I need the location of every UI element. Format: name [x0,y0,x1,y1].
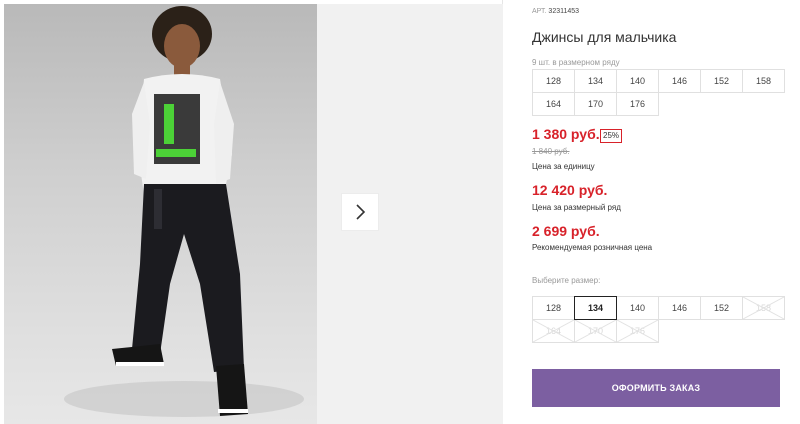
pack-size-grid: 128 134 140 146 152 158 164 170 176 [532,69,785,116]
pack-size-cell: 170 [574,92,617,116]
product-title: Джинсы для мальчика [532,29,677,45]
article-number: АРТ. 32311453 [532,8,579,15]
chevron-right-icon [356,204,366,220]
product-gallery [0,0,503,424]
boy-photo-illustration [64,6,304,417]
pack-note: 9 шт. в размерном ряду [532,58,620,67]
cross-out-icon [575,320,616,342]
order-button[interactable]: ОФОРМИТЬ ЗАКАЗ [532,369,780,407]
product-photo[interactable] [4,4,317,424]
discount-badge: 25% [600,129,623,143]
pack-size-cell: 176 [616,92,659,116]
pack-price-caption: Цена за размерный ряд [532,203,621,212]
size-option-152[interactable]: 152 [700,296,743,320]
pack-size-cell: 128 [532,69,575,93]
pack-size-cell: 146 [658,69,701,93]
article-value: 32311453 [548,8,580,15]
article-label: АРТ. [532,8,547,15]
unit-price: 1 380 руб. [532,126,600,142]
rrp-price-caption: Рекомендуемая розничная цена [532,243,653,252]
size-option-label: 140 [629,303,646,313]
pack-size-cell: 164 [532,92,575,116]
size-option-158: 158 [742,296,785,320]
cross-out-icon [617,320,658,342]
pack-size-cell: 152 [700,69,743,93]
size-option-140[interactable]: 140 [616,296,659,320]
pack-size-cell: 140 [616,69,659,93]
size-option-176: 176 [616,319,659,343]
pack-price: 12 420 руб. [532,182,608,198]
size-option-128[interactable]: 128 [532,296,575,320]
rrp-price: 2 699 руб. [532,223,600,239]
unit-price-caption: Цена за единицу [532,162,595,171]
pack-size-cell: 158 [742,69,785,93]
size-option-label: 134 [587,303,604,313]
size-option-label: 152 [713,303,730,313]
size-selector: 128 134 140 146 152 158 164170176 [532,296,785,343]
choose-size-label: Выберите размер: [532,276,601,285]
cross-out-icon [533,320,574,342]
gallery-next-button[interactable] [341,193,379,231]
size-option-label: 146 [671,303,688,313]
cross-out-icon [743,297,784,319]
size-option-164: 164 [532,319,575,343]
old-price: 1 840 руб. [532,147,570,156]
size-option-170: 170 [574,319,617,343]
pack-size-cell: 134 [574,69,617,93]
size-option-146[interactable]: 146 [658,296,701,320]
size-option-label: 128 [545,303,562,313]
size-option-134[interactable]: 134 [574,296,617,320]
